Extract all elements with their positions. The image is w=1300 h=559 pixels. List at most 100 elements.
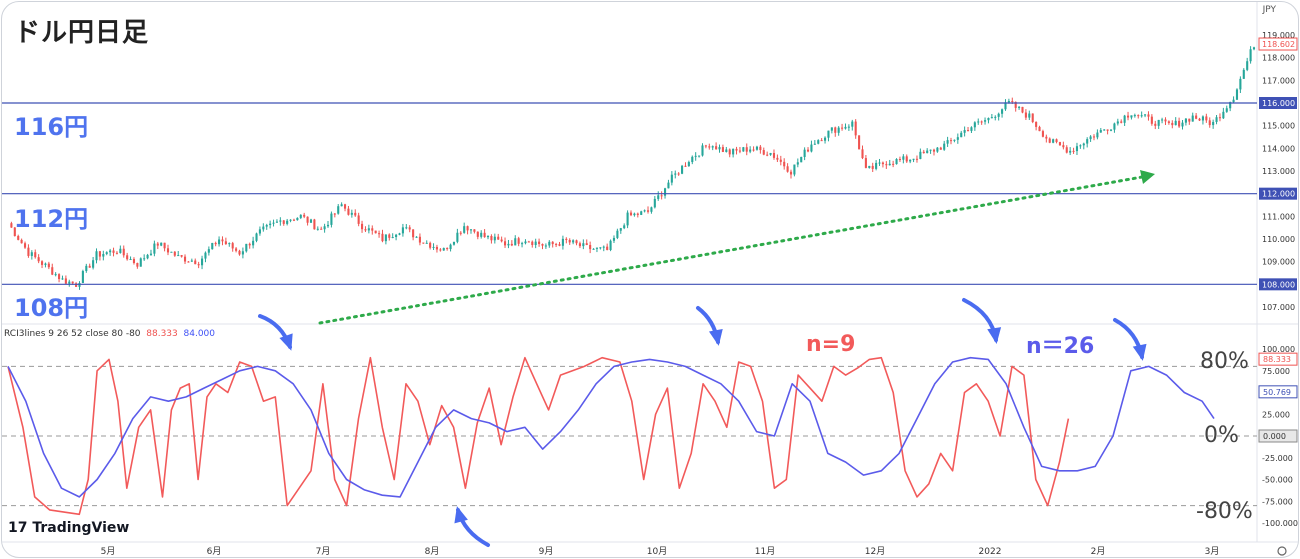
level-label-116: 116円 [14, 113, 89, 141]
candle-body [990, 117, 993, 119]
trend-arrow-head [1140, 170, 1155, 184]
candle-body [292, 219, 296, 221]
candle-body [960, 132, 963, 138]
candle-body [313, 219, 316, 230]
candle-body [599, 247, 602, 249]
candle-body [330, 213, 333, 225]
candle-body [1205, 116, 1208, 121]
candle-body [228, 243, 231, 245]
candle-body [623, 225, 626, 229]
candle-body [252, 240, 255, 246]
candle-body [1011, 100, 1014, 102]
candle-body [817, 140, 820, 144]
candle-body [320, 228, 323, 230]
candle-body [538, 241, 541, 245]
label-neg80pct: -80% [1196, 499, 1253, 524]
candle-body [299, 214, 302, 218]
levels-layer [2, 102, 1257, 285]
candle-body [248, 243, 251, 246]
tradingview-icon: 17 [8, 520, 28, 536]
candle-body [143, 258, 146, 260]
candle-body [422, 242, 425, 244]
candle-body [81, 271, 84, 283]
candle-body [589, 245, 592, 250]
candle-body [534, 241, 537, 245]
candle-body [864, 158, 867, 168]
candle-body [449, 244, 452, 250]
candle-body [415, 236, 418, 238]
candle-body [1239, 78, 1242, 90]
candle-body [677, 173, 680, 175]
candle-body [681, 165, 684, 174]
candle-body [412, 229, 415, 238]
candle-body [1089, 136, 1092, 140]
candle-body [1174, 120, 1177, 126]
month-label-2: 7月 [316, 546, 331, 557]
candle-body [926, 150, 929, 154]
candle-body [687, 162, 690, 167]
indicator-label[interactable]: RCI3lines 9 26 52 close 80 -80 88.333 84… [4, 329, 215, 339]
candle-body [868, 165, 871, 168]
currency-selector[interactable]: JPY [1263, 5, 1276, 15]
candle-body [636, 213, 639, 215]
candle-body [1225, 108, 1228, 112]
candle-body [582, 243, 585, 247]
candle-body [136, 263, 139, 267]
candle-body [949, 140, 953, 142]
candle-body [1161, 119, 1164, 121]
candle-body [493, 236, 496, 241]
candle-body [204, 252, 207, 259]
candle-body [922, 151, 925, 154]
candle-body [255, 233, 258, 241]
candle-body [153, 243, 156, 254]
candle-body [1055, 139, 1058, 143]
price-tick-117.000: 117.000 [1262, 76, 1295, 85]
settings-gear-icon[interactable] [1277, 546, 1287, 556]
candle-body [146, 254, 149, 259]
month-label-8: 2022 [979, 547, 1002, 557]
candle-body [909, 159, 912, 162]
candle-body [354, 212, 357, 216]
candle-body [200, 258, 204, 266]
candle-body [915, 158, 919, 160]
candle-body [752, 149, 755, 151]
tradingview-logo[interactable]: 17 TradingView [8, 520, 129, 536]
candle-body [112, 250, 115, 253]
candle-body [37, 257, 40, 262]
candle-body [759, 146, 762, 151]
candle-body [180, 255, 183, 257]
candle-body [796, 162, 799, 165]
level-label-108: 108円 [14, 294, 89, 322]
osc-tick-100.000: 100.000 [1262, 345, 1295, 354]
candle-body [943, 143, 946, 150]
candle-body [486, 235, 490, 238]
candle-body [64, 278, 67, 284]
callout-arrow-1-head [279, 333, 293, 351]
candle-body [507, 243, 510, 246]
candle-body [994, 116, 997, 118]
candle-body [68, 281, 71, 284]
candle-body [435, 246, 439, 250]
candle-body [541, 244, 544, 246]
chart-canvas[interactable]: 119.000118.000117.000116.000115.000114.0… [2, 2, 1298, 557]
candle-body [139, 258, 142, 267]
candle-body [1147, 114, 1150, 117]
candle-body [381, 233, 384, 242]
label-80pct: 80% [1200, 349, 1249, 374]
candle-body [755, 146, 759, 150]
candle-body [1242, 69, 1245, 79]
candle-body [357, 215, 360, 224]
candle-body [483, 232, 486, 238]
candle-body [1150, 116, 1153, 124]
candle-body [98, 251, 101, 257]
candle-body [446, 248, 449, 250]
candle-body [732, 148, 735, 155]
osc-tick-25.000: 25.000 [1262, 410, 1290, 419]
candle-body [122, 248, 125, 256]
candle-body [54, 274, 57, 276]
candle-body [1052, 139, 1055, 143]
candle-body [977, 121, 980, 123]
candle-body [1079, 145, 1082, 147]
candle-body [531, 241, 534, 245]
candle-body [806, 149, 810, 152]
